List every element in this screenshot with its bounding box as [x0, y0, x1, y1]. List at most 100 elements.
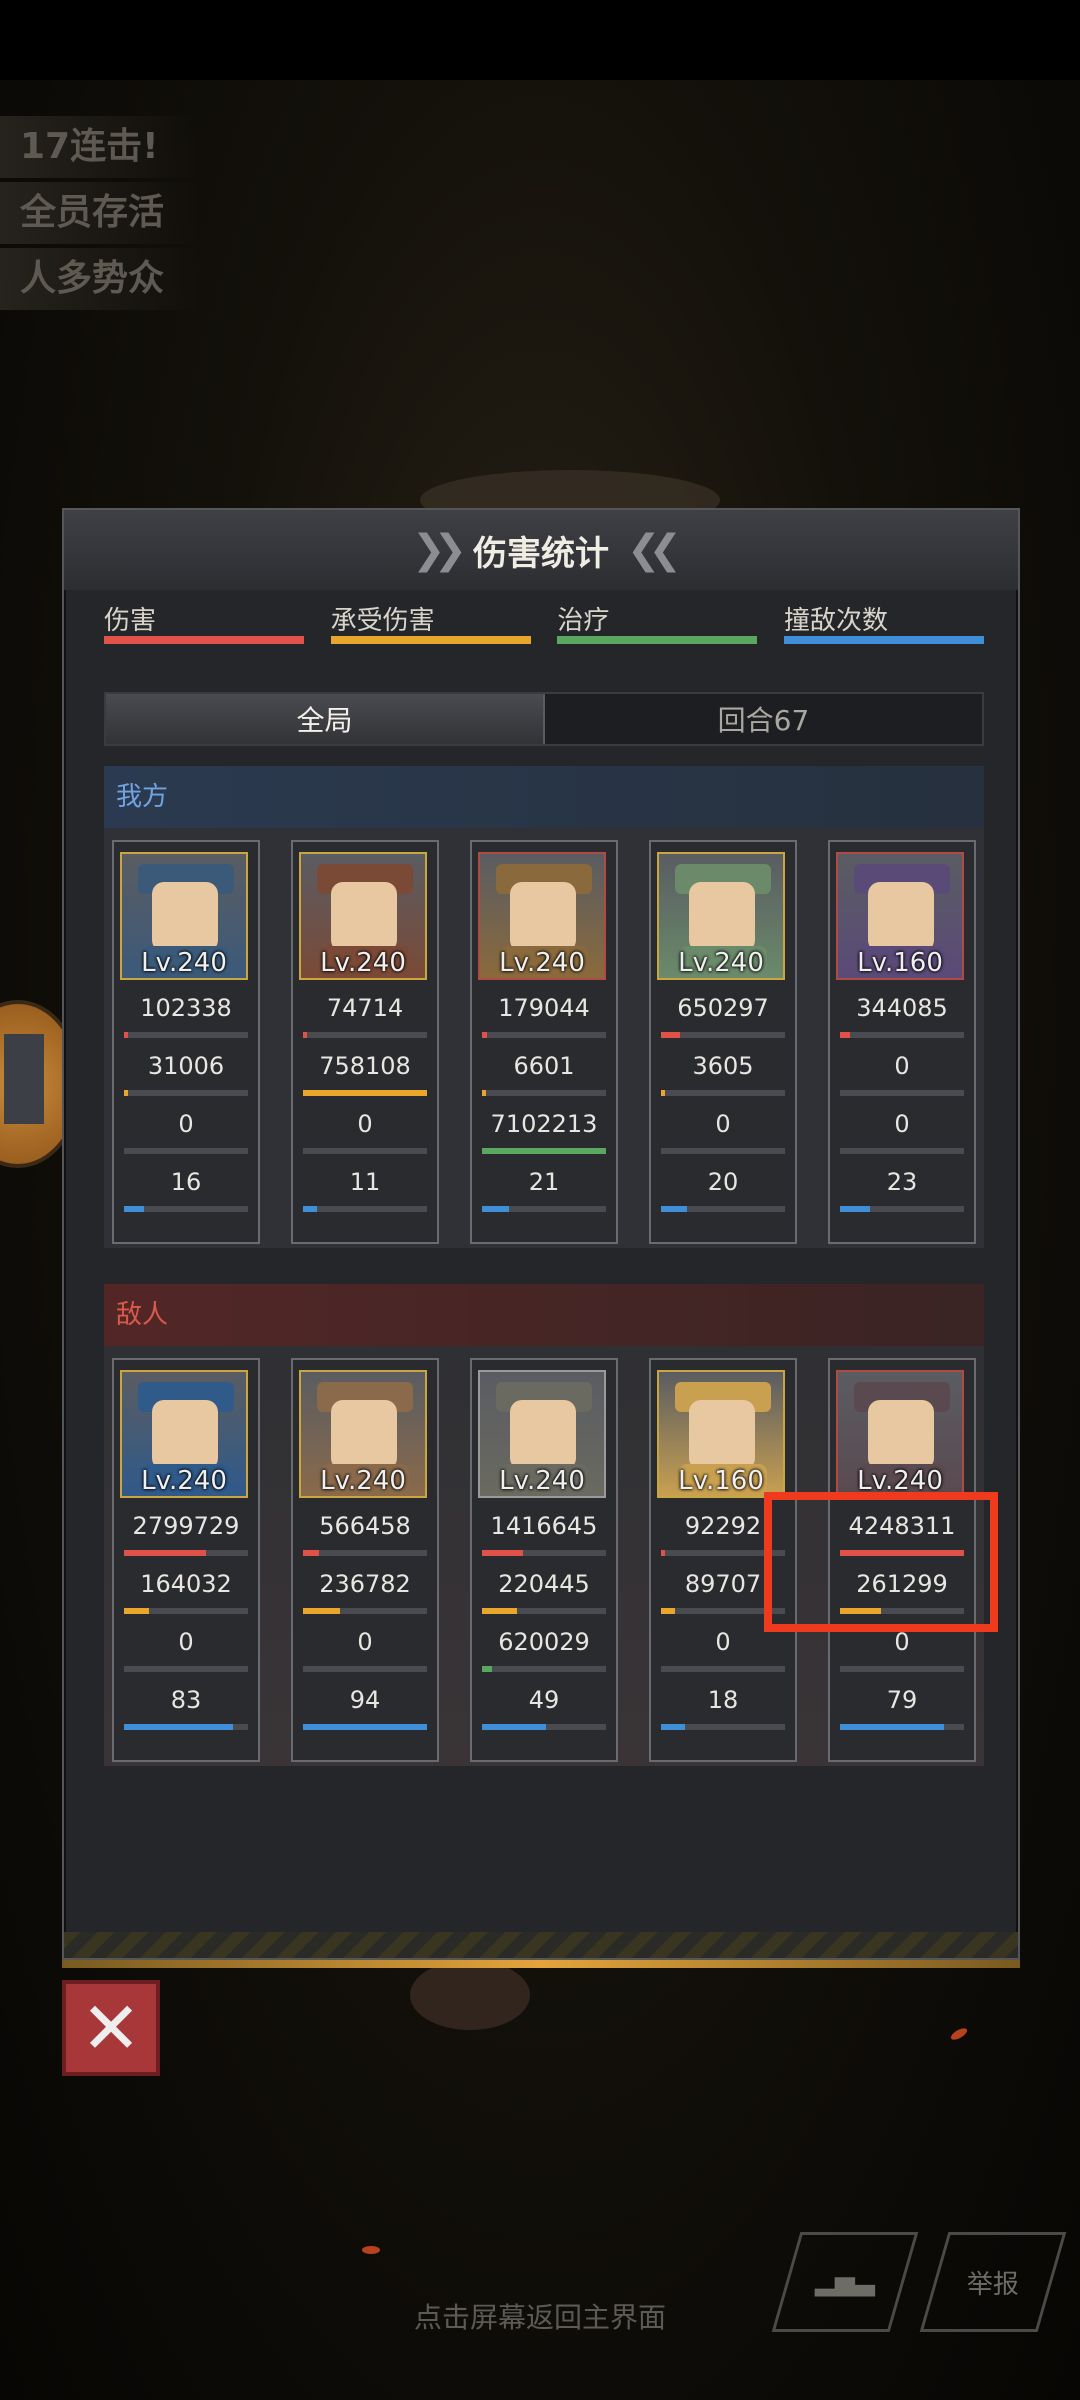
report-label: 举报 [966, 2269, 1019, 2300]
hit-count-value: 16 [170, 1168, 202, 1196]
stat-bar [124, 1148, 248, 1154]
stat-bar [124, 1032, 248, 1038]
unit-card[interactable]: Lv.240 650297 3605 0 20 [649, 840, 797, 1244]
unit-card[interactable]: Lv.240 566458 236782 0 94 [291, 1358, 439, 1762]
unit-card[interactable]: Lv.240 74714 758108 0 11 [291, 840, 439, 1244]
damage-value: 102338 [140, 994, 232, 1022]
stat-bar-fill [124, 1032, 128, 1038]
damage-value: 344085 [856, 994, 948, 1022]
close-button[interactable]: ✕ [62, 1980, 160, 2076]
stat-bar-fill [482, 1550, 523, 1556]
stat-bar-fill [840, 1724, 945, 1730]
heal-value: 0 [715, 1110, 731, 1138]
legend-label: 治疗 [557, 606, 610, 636]
top-black-bar [0, 0, 1080, 80]
stat-bar [482, 1550, 606, 1556]
stat-bar [661, 1148, 785, 1154]
ally-section: 我方 Lv.240 102338 31006 0 16 Lv.240 74714 758108… [104, 766, 984, 1248]
heal-value: 0 [894, 1628, 910, 1656]
stat-bar [840, 1206, 964, 1212]
stat-legend: 伤害 承受伤害 治疗 撞敌次数 [104, 600, 984, 644]
hit-count-value: 18 [707, 1686, 739, 1714]
achievement-item: 17连击! [0, 116, 200, 178]
stat-bar-fill [482, 1206, 510, 1212]
stat-bar [124, 1608, 248, 1614]
background-pedestal [410, 1960, 530, 2030]
hit-count-value: 94 [349, 1686, 381, 1714]
damage-taken-value: 31006 [147, 1052, 225, 1080]
unit-card[interactable]: Lv.160 344085 0 0 23 [828, 840, 976, 1244]
stat-bar-fill [124, 1550, 206, 1556]
legend-color-line [104, 636, 304, 644]
portrait-face [689, 1400, 755, 1470]
stat-bar [661, 1206, 785, 1212]
stat-bar [482, 1032, 606, 1038]
stat-bar-fill [661, 1724, 685, 1730]
stat-bar-fill [124, 1206, 144, 1212]
portrait-face [868, 882, 934, 952]
stat-bar [482, 1724, 606, 1730]
enemy-section-title: 敌人 [104, 1284, 984, 1346]
stat-bar [482, 1090, 606, 1096]
stat-bar [840, 1724, 964, 1730]
legend-item: 伤害 [104, 600, 304, 644]
damage-taken-value: 3605 [692, 1052, 754, 1080]
hit-count-value: 11 [349, 1168, 381, 1196]
damage-value: 1416645 [490, 1512, 598, 1540]
stat-bar [124, 1666, 248, 1672]
stat-bar-fill [482, 1666, 492, 1672]
damage-taken-value: 236782 [319, 1570, 411, 1598]
unit-card[interactable]: Lv.240 1416645 220445 620029 49 [470, 1358, 618, 1762]
hit-count-value: 21 [528, 1168, 560, 1196]
heal-value: 0 [357, 1110, 373, 1138]
unit-level: Lv.240 [141, 948, 227, 978]
unit-card[interactable]: Lv.240 102338 31006 0 16 [112, 840, 260, 1244]
stat-bar [303, 1666, 427, 1672]
unit-level: Lv.160 [857, 948, 943, 978]
damage-taken-value: 6601 [513, 1052, 575, 1080]
legend-label: 承受伤害 [330, 606, 435, 636]
achievement-item: 人多势众 [0, 248, 200, 310]
stat-bar [840, 1090, 964, 1096]
unit-level: Lv.240 [141, 1466, 227, 1496]
hit-count-value: 83 [170, 1686, 202, 1714]
ally-section-title: 我方 [104, 766, 984, 828]
unit-level: Lv.240 [499, 1466, 585, 1496]
legend-item: 治疗 [557, 600, 758, 644]
stat-bar-fill [661, 1090, 665, 1096]
legend-label: 伤害 [104, 606, 157, 636]
damage-taken-value: 0 [894, 1052, 910, 1080]
stat-bar-fill [840, 1206, 870, 1212]
unit-card[interactable]: Lv.240 2799729 164032 0 83 [112, 1358, 260, 1762]
stat-bar [303, 1148, 427, 1154]
panel-footer-stripes [64, 1932, 1018, 1958]
stat-bar [661, 1032, 785, 1038]
chevron-right-icon: ❯❯ [411, 527, 467, 573]
stat-bar-fill [303, 1608, 341, 1614]
tab-round[interactable]: 回合67 [545, 694, 982, 744]
scope-tabs: 全局 回合67 [104, 692, 984, 746]
stat-bar-fill [661, 1206, 688, 1212]
unit-card[interactable]: Lv.240 179044 6601 7102213 21 [470, 840, 618, 1244]
stat-bar-fill [303, 1090, 427, 1096]
stat-bar [303, 1032, 427, 1038]
ally-cards: Lv.240 102338 31006 0 16 Lv.240 74714 758108 0 11… [104, 828, 984, 1248]
portrait-face [152, 882, 218, 952]
heal-value: 7102213 [490, 1110, 598, 1138]
ember-decoration [362, 2246, 380, 2254]
stat-bar [840, 1148, 964, 1154]
legend-color-line [783, 636, 984, 644]
stat-bar-fill [124, 1724, 234, 1730]
return-hint[interactable]: 点击屏幕返回主界面 [0, 2296, 1080, 2336]
heal-value: 0 [357, 1628, 373, 1656]
portrait-face [331, 882, 397, 952]
stat-bar-fill [303, 1032, 307, 1038]
stat-bar [482, 1608, 606, 1614]
damage-value: 179044 [498, 994, 590, 1022]
tab-overall[interactable]: 全局 [106, 694, 545, 744]
stat-bar [661, 1090, 785, 1096]
portrait-face [331, 1400, 397, 1470]
heal-value: 0 [178, 1628, 194, 1656]
legend-color-line [330, 636, 531, 644]
damage-taken-value: 164032 [140, 1570, 232, 1598]
